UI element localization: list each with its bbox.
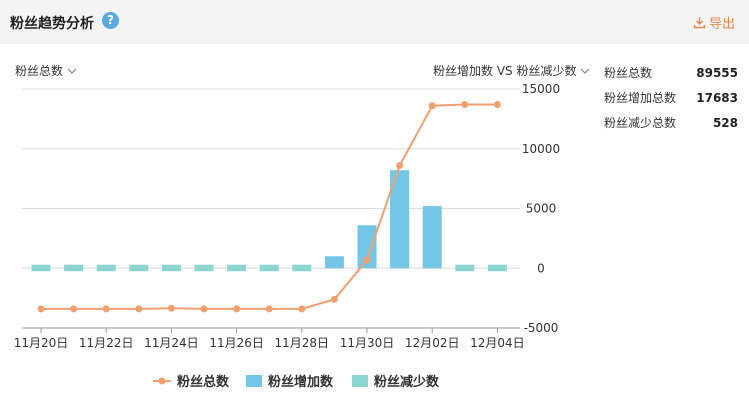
point-total-fans <box>200 305 208 313</box>
bar-decrease <box>194 264 214 272</box>
legend-label: 粉丝增加数 <box>268 375 334 390</box>
y-tick-label: 0 <box>537 261 545 275</box>
stat-label: 粉丝总数 <box>604 66 653 80</box>
stat-value: 17683 <box>696 91 738 105</box>
y-tick-label: 5000 <box>526 202 557 216</box>
y-tick-label: -5000 <box>524 321 559 335</box>
point-total-fans <box>428 102 436 110</box>
x-tick-label: 11月28日 <box>275 336 330 350</box>
y-tick-label: 10000 <box>522 142 560 156</box>
stat-label: 粉丝增加总数 <box>604 91 677 105</box>
bar-decrease <box>31 264 51 272</box>
y-tick-label: 15000 <box>522 82 560 96</box>
legend-item-increase[interactable]: 粉丝增加数 <box>246 371 333 390</box>
legend-item-decrease[interactable]: 粉丝减少数 <box>352 371 439 390</box>
point-total-fans <box>102 305 110 313</box>
line-marker-icon <box>153 377 171 384</box>
bar-swatch-icon <box>246 374 262 387</box>
bar-decrease <box>455 264 475 272</box>
bar-decrease <box>292 264 312 272</box>
bar-decrease <box>129 264 149 272</box>
point-total-fans <box>396 161 404 169</box>
bar-increase <box>324 256 344 269</box>
point-total-fans <box>167 304 175 312</box>
point-total-fans <box>37 305 45 313</box>
export-button[interactable]: 导出 <box>693 13 735 32</box>
stat-value: 89555 <box>696 66 738 80</box>
bar-swatch-icon <box>352 374 368 387</box>
bar-decrease <box>64 264 84 272</box>
stat-row-increase: 粉丝增加总数 17683 <box>604 90 738 115</box>
point-total-fans <box>461 101 469 109</box>
x-tick-label: 11月30日 <box>340 336 395 350</box>
legend-label: 粉丝总数 <box>177 375 230 390</box>
stat-row-decrease: 粉丝减少总数 528 <box>604 115 738 140</box>
x-tick-label: 12月02日 <box>405 336 460 350</box>
x-tick-label: 11月20日 <box>14 336 69 350</box>
bar-decrease <box>259 264 279 272</box>
x-tick-label: 11月24日 <box>144 336 199 350</box>
stat-value: 528 <box>712 116 738 130</box>
download-icon <box>693 17 706 29</box>
bar-decrease <box>227 264 247 272</box>
x-tick-label: 11月26日 <box>209 336 264 350</box>
point-total-fans <box>363 256 371 264</box>
point-total-fans <box>70 305 78 313</box>
legend-item-total[interactable]: 粉丝总数 <box>153 371 229 390</box>
stat-label: 粉丝减少总数 <box>604 116 677 130</box>
stat-row-total: 粉丝总数 89555 <box>604 65 738 90</box>
summary-stats: 粉丝总数 89555 粉丝增加总数 17683 粉丝减少总数 528 <box>604 65 738 140</box>
point-total-fans <box>330 295 338 303</box>
bar-increase <box>422 206 442 269</box>
point-total-fans <box>135 305 143 313</box>
point-total-fans <box>233 305 241 313</box>
point-total-fans <box>265 305 273 313</box>
legend-label: 粉丝减少数 <box>374 375 440 390</box>
bar-decrease <box>161 264 181 272</box>
point-total-fans <box>493 101 501 109</box>
fans-trend-chart: 15000 10000 5000 0 -5000 11月20日 11月22日 11月24日 11… <box>14 82 560 350</box>
x-tick-label: 12月04日 <box>470 336 525 350</box>
export-label: 导出 <box>709 17 736 32</box>
bar-decrease <box>96 264 116 272</box>
point-total-fans <box>298 305 306 313</box>
x-tick-label: 11月22日 <box>79 336 134 350</box>
bar-decrease <box>487 264 507 272</box>
